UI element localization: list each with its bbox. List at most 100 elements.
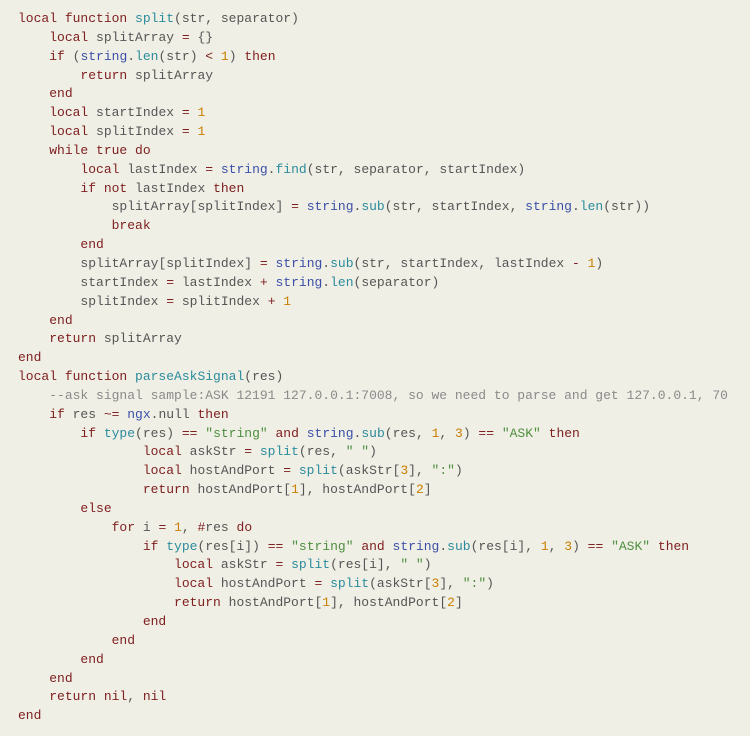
token-fn: type [166, 539, 197, 554]
token-kw: while [49, 143, 96, 158]
token-kw: then [244, 49, 275, 64]
token-id: str [182, 11, 205, 26]
token-punc: . [439, 539, 447, 554]
token-punc: ]) [244, 539, 267, 554]
token-punc: ) [166, 426, 182, 441]
code-line: return splitArray [18, 330, 732, 349]
token-fn: sub [447, 539, 470, 554]
token-fn: split [260, 444, 299, 459]
code-line: end [18, 236, 732, 255]
token-kw: if [80, 181, 103, 196]
code-line: local askStr = split(res[i], " ") [18, 556, 732, 575]
code-line: return hostAndPort[1], hostAndPort[2] [18, 594, 732, 613]
token-ns: string [275, 256, 322, 271]
token-punc: ], [330, 595, 353, 610]
token-kw: local [18, 11, 65, 26]
token-kw: end [80, 237, 103, 252]
token-fn: split [291, 557, 330, 572]
token-str: "string" [205, 426, 275, 441]
token-fn: parseAskSignal [135, 369, 244, 384]
token-ns: string [393, 539, 440, 554]
token-punc: ) [432, 275, 440, 290]
token-kw: then [213, 181, 244, 196]
token-punc: ] [455, 595, 463, 610]
token-kw: return [143, 482, 198, 497]
token-op: = [166, 275, 182, 290]
token-fn: len [580, 199, 603, 214]
token-kw: local [80, 162, 127, 177]
token-punc: ) [572, 539, 588, 554]
token-id: str [315, 162, 338, 177]
token-kw: end [49, 313, 72, 328]
token-id: hostAndPort [322, 482, 408, 497]
token-kw: end [143, 614, 166, 629]
token-fn: split [135, 11, 174, 26]
token-punc: , [549, 539, 565, 554]
token-punc: [ [283, 482, 291, 497]
token-kw: end [49, 86, 72, 101]
token-id: null [158, 407, 197, 422]
token-id: askStr [377, 576, 424, 591]
token-id: askStr [346, 463, 393, 478]
token-ns: string [221, 162, 268, 177]
token-kw: local [18, 369, 65, 384]
code-line: local startIndex = 1 [18, 104, 732, 123]
token-kw: then [549, 426, 580, 441]
token-op: = [182, 124, 198, 139]
code-line: end [18, 670, 732, 689]
token-op: = [283, 463, 299, 478]
token-id: startIndex [96, 105, 182, 120]
token-id: startIndex [432, 199, 510, 214]
token-kw: for [112, 520, 143, 535]
token-num: 2 [447, 595, 455, 610]
token-punc: ) [424, 557, 432, 572]
token-op: - [572, 256, 588, 271]
code-line: splitArray[splitIndex] = string.sub(str,… [18, 255, 732, 274]
token-ns: string [307, 199, 354, 214]
token-kw: local [49, 105, 96, 120]
token-id: splitArray [104, 331, 182, 346]
code-line: local hostAndPort = split(askStr[3], ":"… [18, 575, 732, 594]
token-punc: . [127, 49, 135, 64]
token-punc: ) [595, 256, 603, 271]
token-punc: , [127, 689, 143, 704]
token-punc: ) [190, 49, 206, 64]
token-num: 3 [455, 426, 463, 441]
code-line: end [18, 707, 732, 726]
code-line: if (string.len(str) < 1) then [18, 48, 732, 67]
token-kw: if [49, 407, 72, 422]
token-id: res [73, 407, 104, 422]
code-line: local splitIndex = 1 [18, 123, 732, 142]
token-num: 3 [400, 463, 408, 478]
token-id: i [143, 520, 159, 535]
token-id: splitArray [80, 256, 158, 271]
token-id: res [205, 539, 228, 554]
token-punc: ) [275, 369, 283, 384]
code-line: local askStr = split(res, " ") [18, 443, 732, 462]
token-punc: , [182, 520, 198, 535]
code-line: local function parseAskSignal(res) [18, 368, 732, 387]
code-line: end [18, 85, 732, 104]
code-line: --ask signal sample:ASK 12191 127.0.0.1:… [18, 387, 732, 406]
token-op: = [205, 162, 221, 177]
token-str: "ASK" [502, 426, 549, 441]
token-fn: len [135, 49, 158, 64]
token-punc: ] [244, 256, 260, 271]
token-kw: local [143, 463, 190, 478]
token-kw: not [104, 181, 135, 196]
token-str: " " [346, 444, 369, 459]
token-kw: end [80, 652, 103, 667]
token-kw: and [276, 426, 307, 441]
token-id: lastIndex [127, 162, 205, 177]
token-num: 2 [416, 482, 424, 497]
token-id: str [166, 49, 189, 64]
token-punc: ( [307, 162, 315, 177]
token-ns: string [80, 49, 127, 64]
token-kw: if [49, 49, 72, 64]
code-line: while true do [18, 142, 732, 161]
token-id: lastIndex [135, 181, 213, 196]
code-line: local hostAndPort = split(askStr[3], ":"… [18, 462, 732, 481]
token-id: hostAndPort [354, 595, 440, 610]
token-punc: ( [369, 576, 377, 591]
token-num: 3 [564, 539, 572, 554]
